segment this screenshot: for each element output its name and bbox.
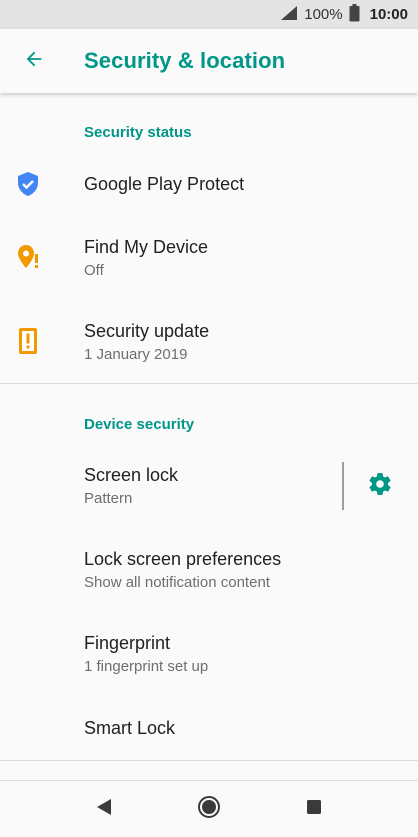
section-header-security-status: Security status xyxy=(84,124,192,141)
nav-home-button[interactable] xyxy=(193,793,225,825)
setting-title: Find My Device xyxy=(84,237,209,257)
back-button[interactable] xyxy=(14,41,54,81)
setting-subtitle: Show all notification content xyxy=(84,574,270,591)
setting-subtitle: Pattern xyxy=(84,490,133,507)
battery-percent: 100% xyxy=(304,6,343,23)
setting-title: Google Play Protect xyxy=(84,174,245,194)
setting-screen-lock[interactable]: Screen lock Pattern xyxy=(0,455,330,519)
section-divider xyxy=(0,760,418,761)
phone-alert-icon xyxy=(14,327,42,355)
shield-check-icon xyxy=(14,170,42,198)
setting-smart-lock[interactable]: Smart Lock xyxy=(0,707,418,759)
setting-subtitle: 1 January 2019 xyxy=(84,346,188,363)
setting-title: Smart Lock xyxy=(84,718,176,738)
gear-icon xyxy=(367,471,393,502)
nav-recents-button[interactable] xyxy=(298,793,330,825)
setting-fingerprint[interactable]: Fingerprint 1 fingerprint set up xyxy=(0,623,418,687)
setting-title: Security update xyxy=(84,321,210,341)
page-title: Security & location xyxy=(84,48,286,73)
screen-lock-settings-button[interactable] xyxy=(362,468,398,504)
setting-find-my-device[interactable]: Find My Device Off xyxy=(0,226,418,290)
status-right: 100% 10:00 xyxy=(280,0,408,29)
setting-title: Fingerprint xyxy=(84,633,171,653)
section-divider xyxy=(0,383,418,384)
status-time: 10:00 xyxy=(369,6,408,23)
navigation-bar xyxy=(0,780,418,837)
setting-subtitle: 1 fingerprint set up xyxy=(84,658,209,675)
battery-icon xyxy=(349,3,360,26)
status-bar: 100% 10:00 xyxy=(0,0,418,29)
screen-lock-divider xyxy=(342,462,344,510)
nav-back-button[interactable] xyxy=(88,793,120,825)
setting-subtitle: Off xyxy=(84,262,104,279)
setting-title: Lock screen preferences xyxy=(84,549,282,569)
setting-google-play-protect[interactable]: Google Play Protect xyxy=(0,155,418,215)
home-circle-icon xyxy=(197,795,221,824)
recents-square-icon xyxy=(306,799,322,820)
setting-lock-screen-preferences[interactable]: Lock screen preferences Show all notific… xyxy=(0,539,418,603)
setting-title: Screen lock xyxy=(84,465,179,485)
arrow-back-icon xyxy=(23,48,45,75)
section-header-device-security: Device security xyxy=(84,416,195,433)
back-triangle-icon xyxy=(95,798,113,821)
setting-security-update[interactable]: Security update 1 January 2019 xyxy=(0,310,418,374)
signal-icon xyxy=(280,5,298,25)
app-bar: Security & location xyxy=(0,29,418,93)
location-alert-icon xyxy=(14,243,42,271)
